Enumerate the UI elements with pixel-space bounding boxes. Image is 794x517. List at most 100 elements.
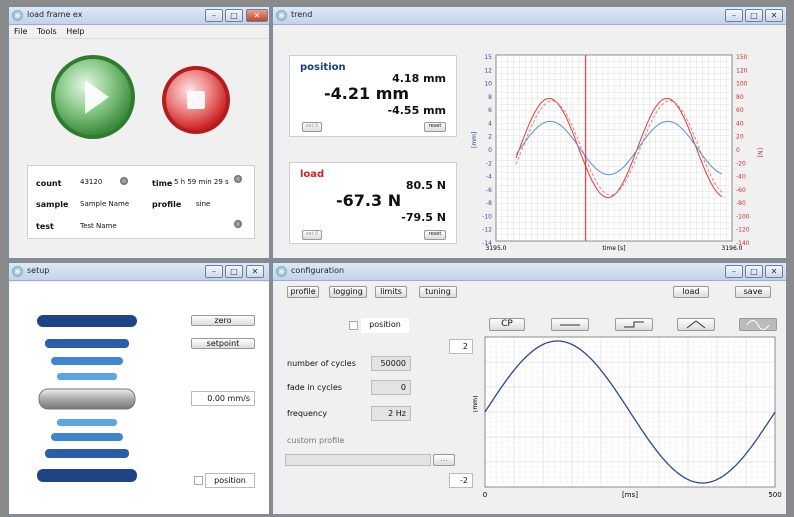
app-icon bbox=[276, 10, 287, 21]
y-left-tick-label: 12 bbox=[484, 67, 492, 74]
position-reset-button[interactable]: reset bbox=[424, 122, 446, 132]
time-value: 5 h 59 min 29 s bbox=[174, 178, 229, 186]
tab-profile[interactable]: profile bbox=[287, 286, 319, 298]
minimize-button[interactable]: – bbox=[725, 265, 743, 278]
load-max: 80.5 N bbox=[405, 179, 446, 192]
x-tick-label: 3196.0 bbox=[722, 245, 743, 252]
ymin-input[interactable]: -2 bbox=[449, 473, 473, 488]
minimize-button[interactable]: – bbox=[725, 9, 743, 22]
profile-chart: [mm] 0 500 [ms] bbox=[473, 336, 782, 499]
zero-button[interactable]: zero bbox=[191, 315, 255, 326]
profile-value: sine bbox=[196, 200, 211, 208]
minimize-button[interactable]: – bbox=[205, 9, 223, 22]
setup-window: setup – □ ✕ zero setpoint 0.00 mm/s posi… bbox=[8, 262, 270, 515]
x-axis-label: [ms] bbox=[622, 491, 638, 499]
y-right-tick-label: -60 bbox=[736, 187, 746, 194]
load-frame-diagram[interactable] bbox=[35, 311, 145, 491]
time-reset-icon[interactable] bbox=[234, 175, 242, 183]
frequency-input[interactable]: 2 Hz bbox=[371, 406, 411, 421]
test-value: Test Name bbox=[80, 222, 117, 230]
x-tick-label: 3195.0 bbox=[486, 245, 507, 252]
position-set-zero-button[interactable]: set 0 bbox=[302, 122, 322, 132]
position-mode-field: position bbox=[205, 473, 255, 488]
sample-label: sample bbox=[36, 200, 69, 209]
sine-profile-button[interactable] bbox=[739, 318, 777, 331]
save-button[interactable]: save bbox=[735, 286, 771, 298]
y-right-tick-label: -100 bbox=[736, 213, 750, 220]
y-right-tick-label: -40 bbox=[736, 174, 746, 181]
triangle-icon bbox=[686, 320, 706, 329]
stop-button[interactable] bbox=[161, 65, 231, 135]
close-button[interactable]: ✕ bbox=[246, 9, 268, 22]
load-button[interactable]: load bbox=[673, 286, 709, 298]
y-left-tick-label: 10 bbox=[484, 81, 492, 88]
count-reset-icon[interactable] bbox=[120, 177, 128, 185]
sample-value: Sample Name bbox=[80, 200, 130, 208]
app-icon bbox=[12, 10, 23, 21]
sine-wave-icon bbox=[746, 320, 770, 330]
y-right-axis-label: [N] bbox=[756, 148, 763, 157]
step-profile-button[interactable] bbox=[615, 318, 653, 331]
y-right-tick-label: 150 bbox=[736, 54, 748, 61]
custom-profile-path[interactable] bbox=[285, 454, 431, 466]
minimize-button[interactable]: – bbox=[205, 265, 223, 278]
y-left-tick-label: -12 bbox=[482, 227, 492, 234]
position-mode-field: position bbox=[361, 318, 409, 333]
y-axis-label: [mm] bbox=[473, 396, 479, 412]
load-readout: load 80.5 N -67.3 N -79.5 N set 0 reset bbox=[289, 162, 457, 244]
browse-button[interactable]: ... bbox=[433, 454, 455, 466]
menu-tools[interactable]: Tools bbox=[37, 27, 57, 36]
position-checkbox[interactable] bbox=[349, 321, 358, 330]
cp-button[interactable]: CP bbox=[489, 318, 525, 331]
close-button[interactable]: ✕ bbox=[765, 265, 783, 278]
ymax-input[interactable]: 2 bbox=[449, 339, 473, 354]
title-bar[interactable]: setup – □ ✕ bbox=[9, 263, 269, 281]
y-left-tick-label: 4 bbox=[488, 120, 492, 127]
triangle-profile-button[interactable] bbox=[677, 318, 715, 331]
frequency-label: frequency bbox=[287, 409, 328, 418]
maximize-button[interactable]: □ bbox=[745, 9, 763, 22]
test-reset-icon[interactable] bbox=[234, 220, 242, 228]
y-left-tick-label: 6 bbox=[488, 107, 492, 114]
tab-limits[interactable]: limits bbox=[375, 286, 407, 298]
status-panel: count 43120 time 5 h 59 min 29 s sample … bbox=[27, 165, 255, 239]
menu-help[interactable]: Help bbox=[66, 27, 84, 36]
title-bar[interactable]: configuration – □ ✕ bbox=[273, 263, 786, 281]
position-readout: position 4.18 mm -4.21 mm -4.55 mm set 0… bbox=[289, 55, 457, 137]
fade-input[interactable]: 0 bbox=[371, 380, 411, 395]
constant-profile-button[interactable] bbox=[551, 318, 589, 331]
y-left-axis-label: [mm] bbox=[471, 132, 478, 148]
maximize-button[interactable]: □ bbox=[745, 265, 763, 278]
load-frame-window: load frame ex – □ ✕ File Tools Help coun… bbox=[8, 6, 270, 259]
title-bar[interactable]: load frame ex – □ ✕ bbox=[9, 7, 269, 25]
window-title: trend bbox=[291, 10, 313, 19]
load-reset-button[interactable]: reset bbox=[424, 230, 446, 240]
load-set-zero-button[interactable]: set 0 bbox=[302, 230, 322, 240]
step-icon bbox=[624, 321, 644, 328]
y-left-tick-label: -2 bbox=[486, 160, 492, 167]
y-right-tick-label: 100 bbox=[736, 81, 748, 88]
maximize-button[interactable]: □ bbox=[225, 265, 243, 278]
speed-input[interactable]: 0.00 mm/s bbox=[191, 391, 255, 406]
close-button[interactable]: ✕ bbox=[246, 265, 264, 278]
title-bar[interactable]: trend – □ ✕ bbox=[273, 7, 786, 25]
x-tick-label: 0 bbox=[483, 491, 487, 499]
y-right-tick-label: 40 bbox=[736, 120, 744, 127]
y-right-tick-label: -120 bbox=[736, 227, 750, 234]
tab-logging[interactable]: logging bbox=[329, 286, 367, 298]
tab-tuning[interactable]: tuning bbox=[419, 286, 457, 298]
position-checkbox[interactable] bbox=[194, 476, 203, 485]
cycles-input[interactable]: 50000 bbox=[371, 356, 411, 371]
y-left-tick-label: 0 bbox=[488, 147, 492, 154]
y-right-tick-label: 120 bbox=[736, 67, 748, 74]
setpoint-button[interactable]: setpoint bbox=[191, 338, 255, 349]
load-main: -67.3 N bbox=[336, 191, 402, 210]
maximize-button[interactable]: □ bbox=[225, 9, 243, 22]
close-button[interactable]: ✕ bbox=[765, 9, 783, 22]
y-left-tick-label: 15 bbox=[484, 54, 492, 61]
play-button[interactable] bbox=[49, 53, 137, 141]
menu-file[interactable]: File bbox=[14, 27, 27, 36]
y-left-tick-label: 2 bbox=[488, 134, 492, 141]
cycles-label: number of cycles bbox=[287, 359, 356, 368]
x-axis-label: time [s] bbox=[602, 245, 625, 252]
